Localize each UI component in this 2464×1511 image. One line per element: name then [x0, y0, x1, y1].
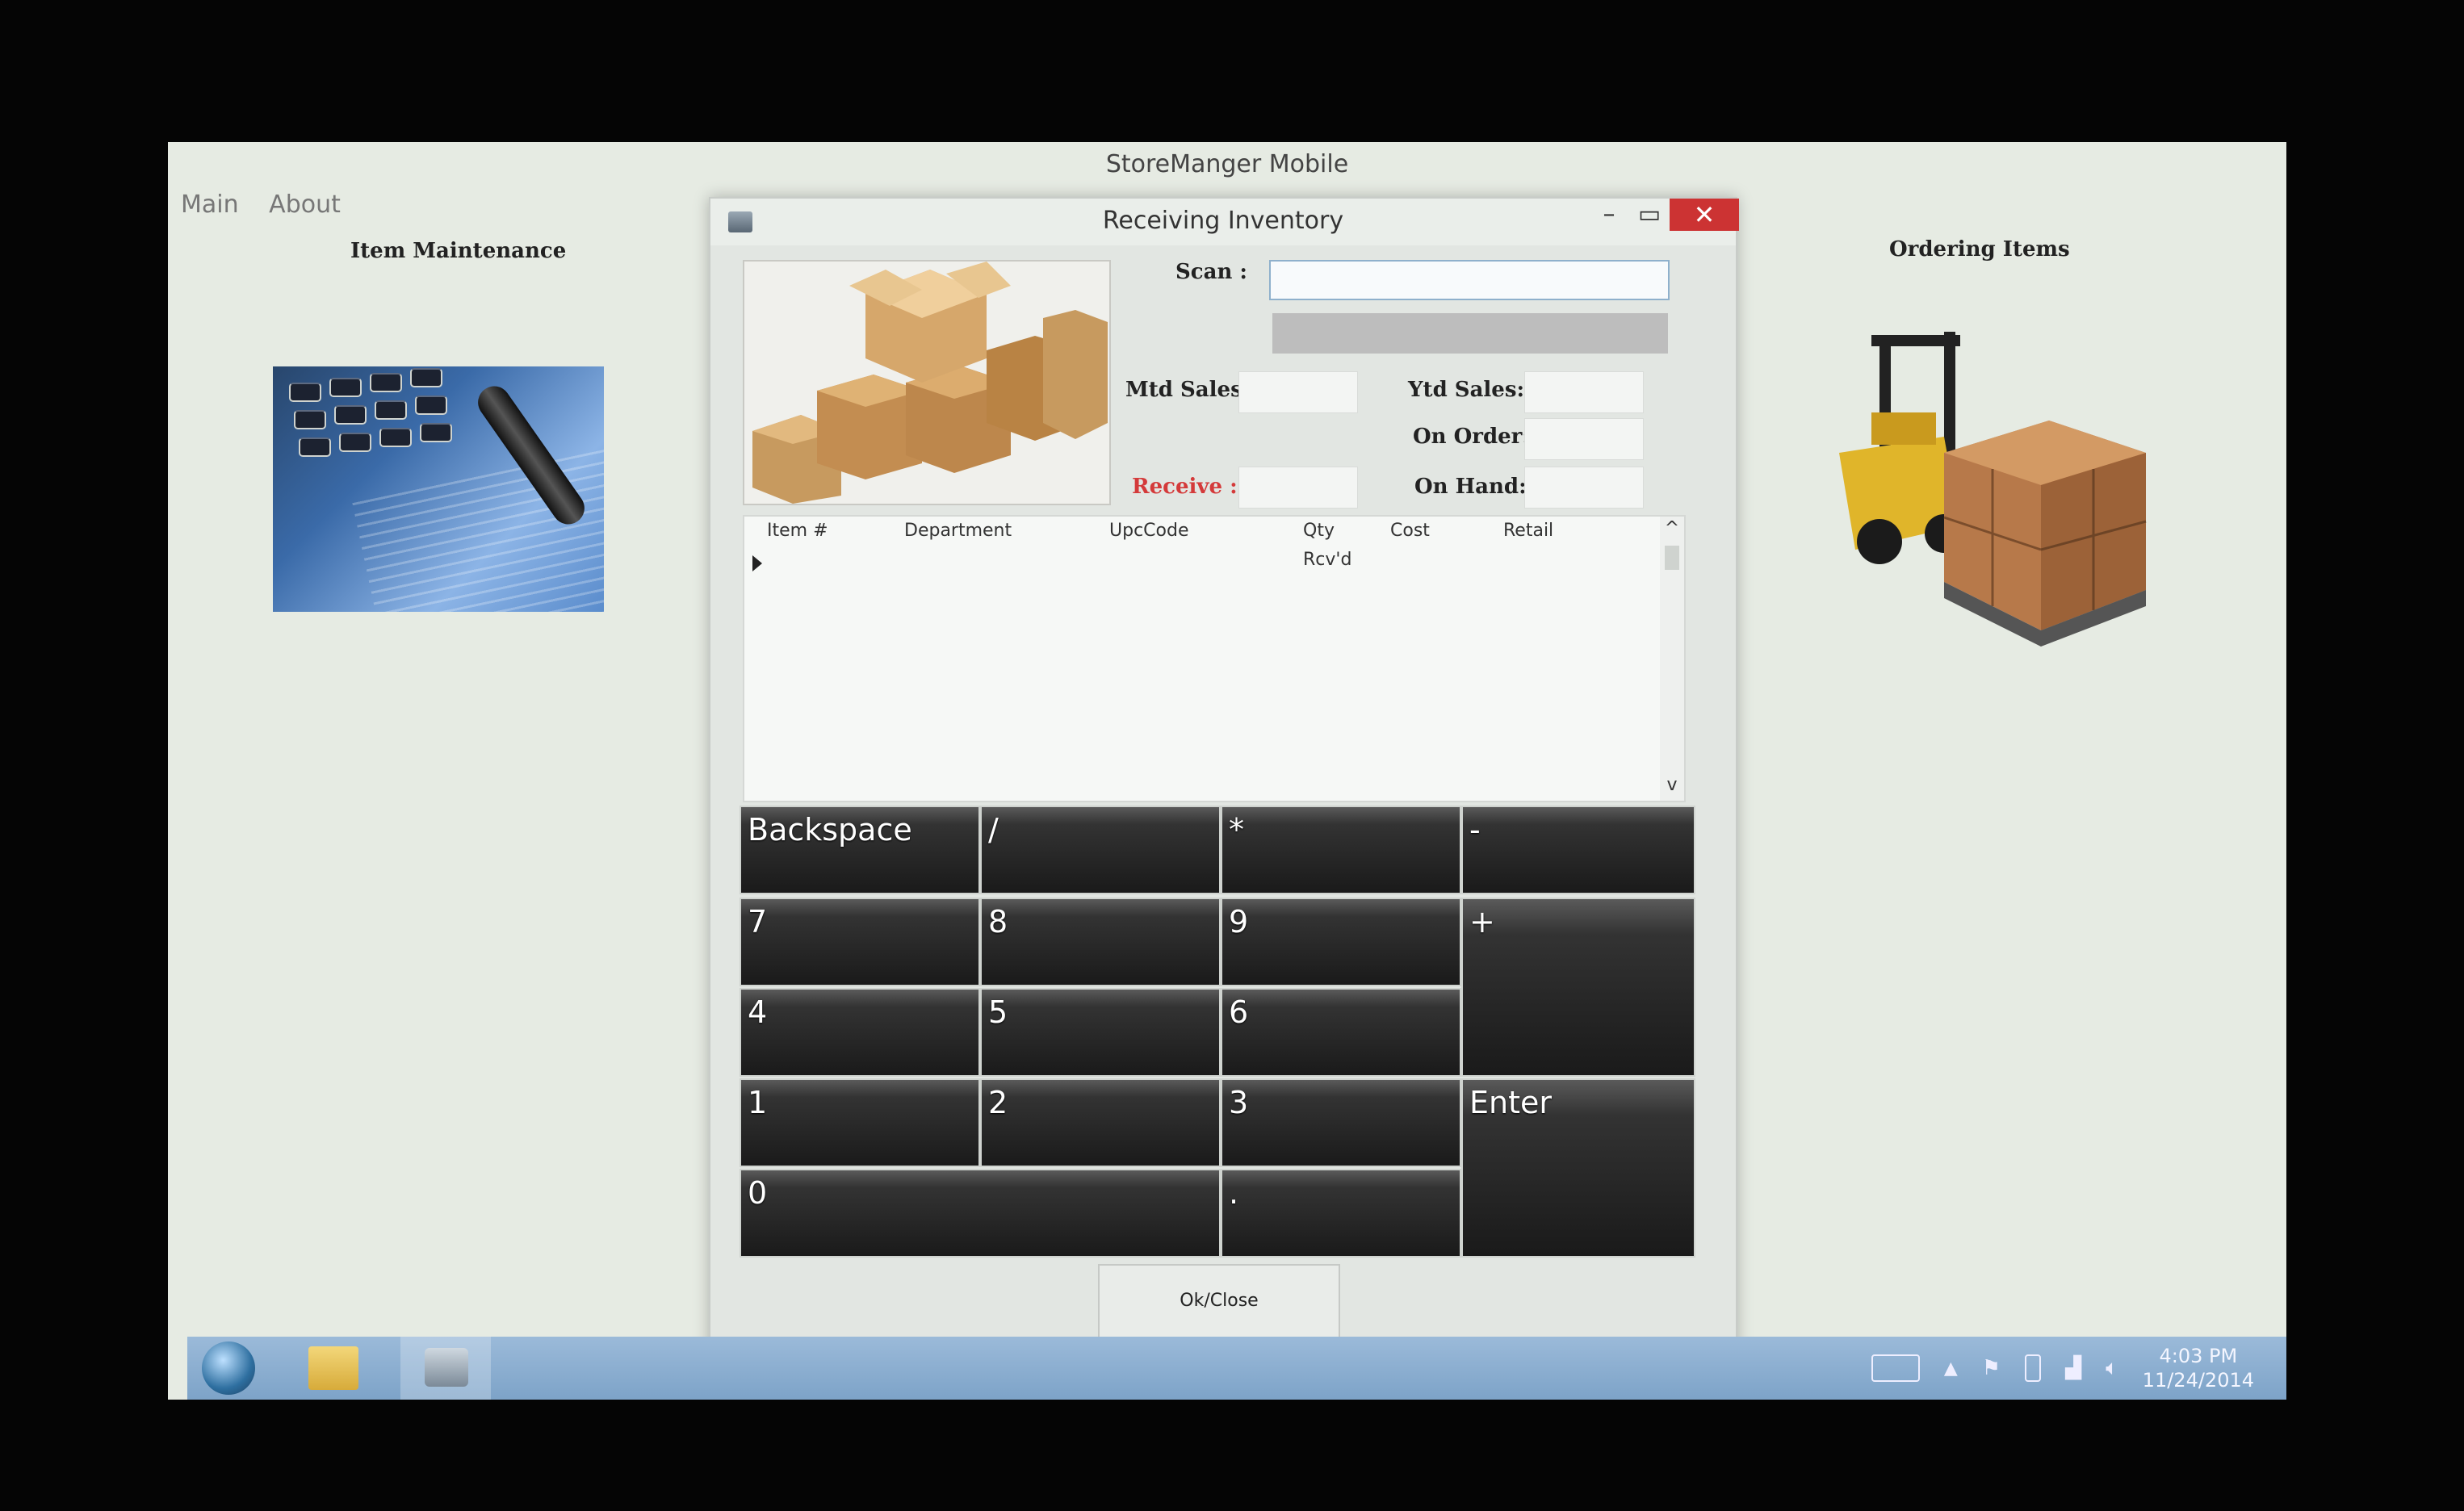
- key-6[interactable]: 6: [1221, 988, 1461, 1077]
- key-9[interactable]: 9: [1221, 898, 1461, 986]
- key-backspace[interactable]: Backspace: [740, 806, 980, 894]
- keyboard-icon[interactable]: [1871, 1354, 1920, 1382]
- storemanager-taskbar-button[interactable]: [400, 1337, 491, 1400]
- mtd-sales-label: Mtd Sales:: [1125, 378, 1251, 402]
- menu-main[interactable]: Main: [181, 190, 239, 219]
- ytd-sales-label: Ytd Sales:: [1408, 378, 1525, 402]
- ytd-sales-field: [1524, 371, 1644, 413]
- storemanager-app-icon: [425, 1348, 468, 1387]
- key-5[interactable]: 5: [980, 988, 1221, 1077]
- scan-input[interactable]: [1269, 260, 1670, 300]
- key-0[interactable]: 0: [740, 1169, 1221, 1258]
- ordering-items-title: Ordering Items: [1889, 237, 2070, 262]
- menu-bar: Main About: [181, 190, 363, 219]
- mtd-sales-field: [1238, 371, 1358, 413]
- item-maintenance-image[interactable]: [273, 366, 604, 612]
- key-2[interactable]: 2: [980, 1078, 1221, 1167]
- column-retail[interactable]: Retail: [1481, 517, 1610, 546]
- scroll-thumb[interactable]: [1665, 546, 1679, 570]
- maximize-button[interactable]: ▭: [1631, 199, 1668, 231]
- column-qty-rcvd[interactable]: Qty Rcv'd: [1280, 517, 1368, 570]
- grid-scrollbar[interactable]: ^ v: [1660, 517, 1684, 801]
- signal-icon[interactable]: ▟: [2065, 1356, 2081, 1380]
- menu-about[interactable]: About: [269, 190, 341, 219]
- key-1[interactable]: 1: [740, 1078, 980, 1167]
- grid-header: Item # Department UpcCode Qty Rcv'd Cost…: [744, 517, 1657, 570]
- item-maintenance-title: Item Maintenance: [350, 239, 567, 263]
- receiving-boxes-image: [743, 260, 1111, 505]
- start-orb-icon[interactable]: [202, 1341, 255, 1395]
- receive-input[interactable]: [1238, 467, 1358, 509]
- minimize-button[interactable]: –: [1590, 199, 1628, 231]
- key-decimal[interactable]: .: [1221, 1169, 1461, 1258]
- key-minus[interactable]: -: [1461, 806, 1695, 894]
- system-tray: ▲ ⚑ ▟ 🔈︎ 4:03 PM 11/24/2014: [1871, 1337, 2254, 1400]
- chevron-up-icon[interactable]: ▲: [1944, 1358, 1958, 1379]
- key-plus[interactable]: +: [1461, 898, 1695, 1077]
- volume-icon[interactable]: 🔈︎: [2106, 1356, 2118, 1381]
- clock-date: 11/24/2014: [2142, 1369, 2254, 1392]
- clock[interactable]: 4:03 PM 11/24/2014: [2143, 1344, 2254, 1392]
- receive-label: Receive :: [1132, 475, 1238, 499]
- key-3[interactable]: 3: [1221, 1078, 1461, 1167]
- key-7[interactable]: 7: [740, 898, 980, 986]
- dialog-titlebar[interactable]: Receiving Inventory – ▭ ✕: [710, 199, 1739, 245]
- on-order-field: [1524, 418, 1644, 460]
- dialog-title: Receiving Inventory: [1102, 207, 1344, 235]
- column-department[interactable]: Department: [882, 517, 1087, 546]
- close-button[interactable]: ✕: [1670, 199, 1739, 231]
- receiving-inventory-dialog: Receiving Inventory – ▭ ✕ Scan : Mtd Sal…: [709, 197, 1739, 1354]
- ordering-items-image[interactable]: [1823, 316, 2162, 655]
- desktop-screen: StoreManger Mobile Main About Item Maint…: [168, 142, 2286, 1400]
- key-multiply[interactable]: *: [1221, 806, 1461, 894]
- ok-close-button[interactable]: Ok/Close: [1098, 1264, 1340, 1338]
- scroll-up-icon[interactable]: ^: [1660, 517, 1684, 541]
- items-grid[interactable]: Item # Department UpcCode Qty Rcv'd Cost…: [743, 515, 1686, 802]
- file-explorer-icon[interactable]: [308, 1346, 358, 1390]
- battery-icon[interactable]: [2025, 1354, 2042, 1382]
- column-item-number[interactable]: Item #: [744, 517, 882, 546]
- on-hand-label: On Hand:: [1414, 475, 1527, 499]
- on-hand-field: [1524, 467, 1644, 509]
- app-title: StoreManger Mobile: [1105, 150, 1349, 178]
- row-pointer-icon: [752, 555, 762, 571]
- column-upccode[interactable]: UpcCode: [1087, 517, 1280, 546]
- key-8[interactable]: 8: [980, 898, 1221, 986]
- taskbar: ▲ ⚑ ▟ 🔈︎ 4:03 PM 11/24/2014: [187, 1337, 2286, 1400]
- column-cost[interactable]: Cost: [1368, 517, 1481, 546]
- key-enter[interactable]: Enter: [1461, 1078, 1695, 1258]
- clock-time: 4:03 PM: [2159, 1345, 2238, 1367]
- status-bar: [1272, 313, 1668, 354]
- scroll-down-icon[interactable]: v: [1660, 773, 1684, 797]
- on-order-label: On Order:: [1413, 425, 1530, 449]
- key-divide[interactable]: /: [980, 806, 1221, 894]
- scan-label: Scan :: [1175, 260, 1248, 284]
- key-4[interactable]: 4: [740, 988, 980, 1077]
- flag-icon[interactable]: ⚑: [1982, 1356, 2001, 1380]
